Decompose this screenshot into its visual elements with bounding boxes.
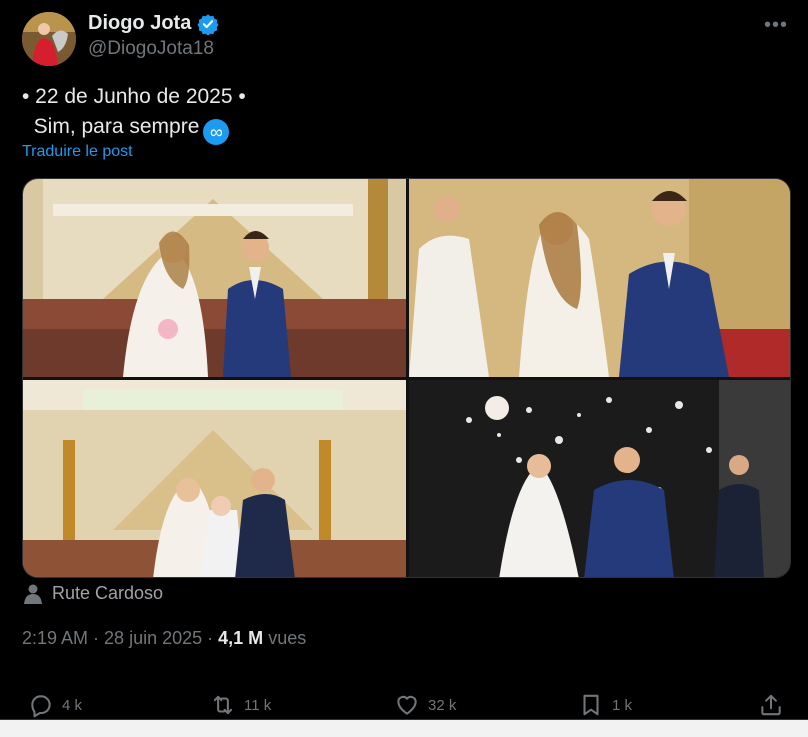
author-display-name[interactable]: Diogo Jota <box>88 12 191 35</box>
heart-icon <box>397 695 417 715</box>
reply-button[interactable]: 4 k <box>28 692 82 718</box>
repost-icon <box>213 695 233 715</box>
share-button[interactable] <box>758 692 784 718</box>
reply-count: 4 k <box>62 696 83 714</box>
bookmark-button[interactable]: 1 k <box>578 692 632 718</box>
post-date[interactable]: 28 juin 2025 <box>104 628 202 648</box>
reply-icon <box>31 695 51 718</box>
repost-count: 11 k <box>244 696 272 714</box>
post-line-2: Sim, para sempre <box>33 115 200 138</box>
photo-3[interactable] <box>23 380 406 577</box>
media-grid <box>22 178 791 578</box>
verified-badge-icon <box>197 13 219 35</box>
post-meta: 2:19 AM · 28 juin 2025 · 4,1 M vues <box>22 628 307 648</box>
person-icon <box>24 584 42 604</box>
infinity-icon: ∞ <box>203 119 230 145</box>
photo-1-image <box>23 179 406 377</box>
views-count: 4,1 M <box>218 628 264 648</box>
views-label: vues <box>268 628 307 648</box>
translate-link[interactable]: Traduire le post <box>22 143 133 161</box>
avatar[interactable] <box>22 12 76 66</box>
post-text: • 22 de Junho de 2025 • Sim, para sempre… <box>22 82 246 145</box>
photo-4-image <box>409 380 790 577</box>
bookmark-icon <box>583 694 599 716</box>
avatar-image <box>22 12 76 66</box>
author-handle[interactable]: @DiogoJota18 <box>88 38 214 60</box>
like-count: 32 k <box>428 696 457 714</box>
photo-3-image <box>23 380 406 577</box>
bookmark-count: 1 k <box>612 696 633 714</box>
photo-2-image <box>409 179 790 377</box>
repost-button[interactable]: 11 k <box>210 692 271 718</box>
more-options-icon[interactable]: ••• <box>764 14 788 37</box>
like-button[interactable]: 32 k <box>394 692 456 718</box>
photo-4[interactable] <box>409 380 790 577</box>
photo-2[interactable] <box>409 179 790 377</box>
tagged-person-name[interactable]: Rute Cardoso <box>52 583 163 604</box>
action-bar: 4 k 11 k 32 k 1 k <box>0 692 808 720</box>
author-name-row[interactable]: Diogo Jota <box>88 12 219 35</box>
share-icon <box>761 694 781 716</box>
photo-1[interactable] <box>23 179 406 377</box>
post-line-1: • 22 de Junho de 2025 • <box>22 85 246 108</box>
post-card: Diogo Jota @DiogoJota18 ••• • 22 de Junh… <box>0 0 808 720</box>
tagged-people-row[interactable]: Rute Cardoso <box>24 583 163 604</box>
post-time[interactable]: 2:19 AM <box>22 628 88 648</box>
